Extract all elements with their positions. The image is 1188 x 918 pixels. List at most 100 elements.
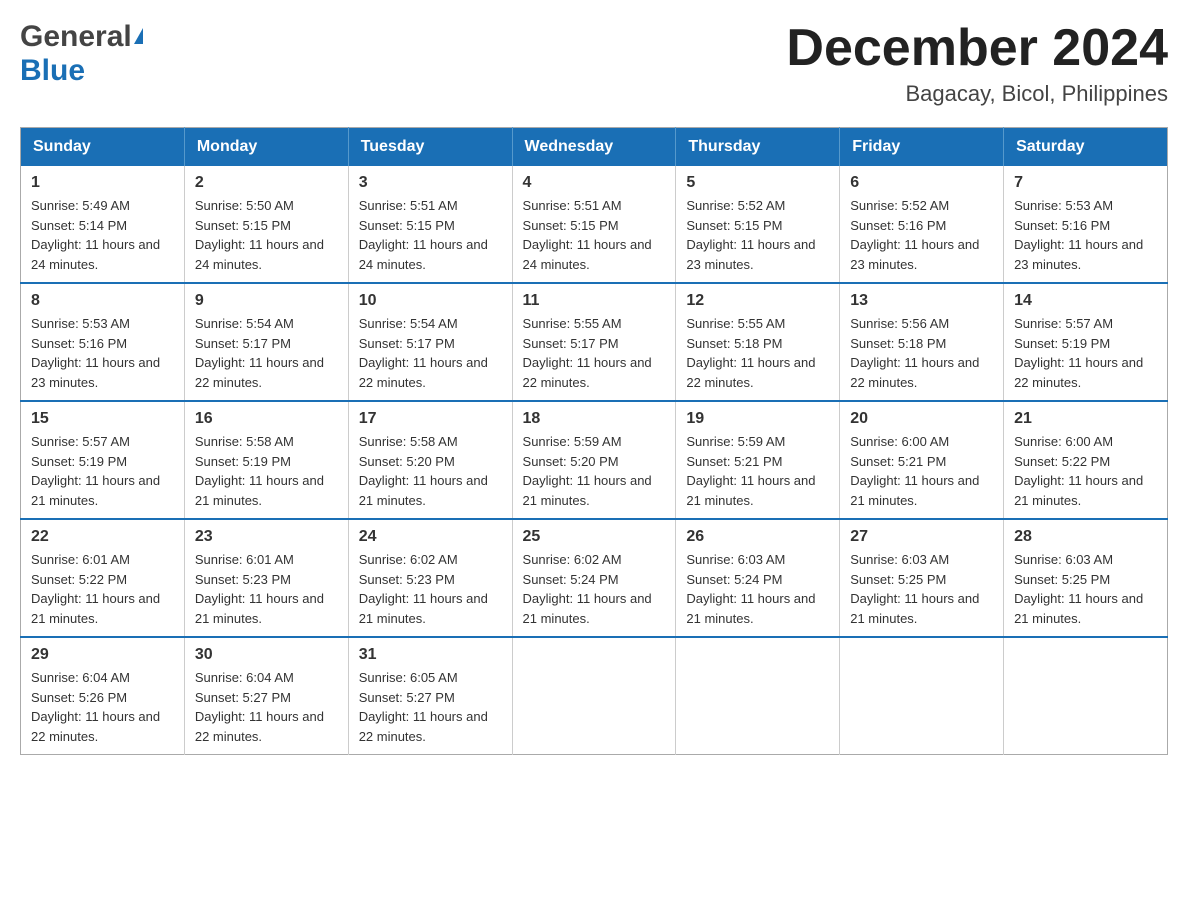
day-number: 8 — [31, 292, 174, 310]
sunset-label: Sunset: 5:24 PM — [686, 572, 782, 587]
daylight-label: Daylight: 11 hours and 21 minutes. — [850, 473, 979, 508]
header-monday: Monday — [184, 128, 348, 167]
sunrise-label: Sunrise: 6:00 AM — [850, 434, 949, 449]
day-info: Sunrise: 5:51 AM Sunset: 5:15 PM Dayligh… — [523, 196, 666, 274]
sunrise-label: Sunrise: 5:49 AM — [31, 198, 130, 213]
table-row: 20 Sunrise: 6:00 AM Sunset: 5:21 PM Dayl… — [840, 401, 1004, 519]
daylight-label: Daylight: 11 hours and 22 minutes. — [195, 709, 324, 744]
sunrise-label: Sunrise: 5:56 AM — [850, 316, 949, 331]
calendar-week-row: 8 Sunrise: 5:53 AM Sunset: 5:16 PM Dayli… — [21, 283, 1168, 401]
day-info: Sunrise: 5:58 AM Sunset: 5:20 PM Dayligh… — [359, 432, 502, 510]
day-number: 28 — [1014, 528, 1157, 546]
daylight-label: Daylight: 11 hours and 22 minutes. — [359, 709, 488, 744]
sunrise-label: Sunrise: 5:52 AM — [850, 198, 949, 213]
day-number: 27 — [850, 528, 993, 546]
sunset-label: Sunset: 5:17 PM — [195, 336, 291, 351]
table-row — [1004, 637, 1168, 755]
day-info: Sunrise: 5:55 AM Sunset: 5:18 PM Dayligh… — [686, 314, 829, 392]
sunset-label: Sunset: 5:15 PM — [195, 218, 291, 233]
table-row: 14 Sunrise: 5:57 AM Sunset: 5:19 PM Dayl… — [1004, 283, 1168, 401]
sunrise-label: Sunrise: 5:57 AM — [31, 434, 130, 449]
table-row: 27 Sunrise: 6:03 AM Sunset: 5:25 PM Dayl… — [840, 519, 1004, 637]
sunset-label: Sunset: 5:20 PM — [359, 454, 455, 469]
daylight-label: Daylight: 11 hours and 21 minutes. — [31, 473, 160, 508]
table-row: 5 Sunrise: 5:52 AM Sunset: 5:15 PM Dayli… — [676, 166, 840, 283]
sunrise-label: Sunrise: 6:03 AM — [686, 552, 785, 567]
day-number: 12 — [686, 292, 829, 310]
day-info: Sunrise: 6:01 AM Sunset: 5:23 PM Dayligh… — [195, 550, 338, 628]
header-sunday: Sunday — [21, 128, 185, 167]
sunrise-label: Sunrise: 6:02 AM — [523, 552, 622, 567]
sunset-label: Sunset: 5:24 PM — [523, 572, 619, 587]
day-info: Sunrise: 6:05 AM Sunset: 5:27 PM Dayligh… — [359, 668, 502, 746]
sunrise-label: Sunrise: 5:53 AM — [31, 316, 130, 331]
day-info: Sunrise: 6:00 AM Sunset: 5:22 PM Dayligh… — [1014, 432, 1157, 510]
table-row: 10 Sunrise: 5:54 AM Sunset: 5:17 PM Dayl… — [348, 283, 512, 401]
day-info: Sunrise: 5:59 AM Sunset: 5:21 PM Dayligh… — [686, 432, 829, 510]
daylight-label: Daylight: 11 hours and 23 minutes. — [850, 237, 979, 272]
month-title: December 2024 — [786, 20, 1168, 77]
day-number: 21 — [1014, 410, 1157, 428]
day-info: Sunrise: 5:54 AM Sunset: 5:17 PM Dayligh… — [359, 314, 502, 392]
day-number: 30 — [195, 646, 338, 664]
header-thursday: Thursday — [676, 128, 840, 167]
table-row: 26 Sunrise: 6:03 AM Sunset: 5:24 PM Dayl… — [676, 519, 840, 637]
day-number: 16 — [195, 410, 338, 428]
table-row: 21 Sunrise: 6:00 AM Sunset: 5:22 PM Dayl… — [1004, 401, 1168, 519]
day-info: Sunrise: 5:57 AM Sunset: 5:19 PM Dayligh… — [1014, 314, 1157, 392]
day-number: 15 — [31, 410, 174, 428]
daylight-label: Daylight: 11 hours and 24 minutes. — [195, 237, 324, 272]
daylight-label: Daylight: 11 hours and 21 minutes. — [359, 473, 488, 508]
page-header: General Blue December 2024 Bagacay, Bico… — [20, 20, 1168, 107]
sunset-label: Sunset: 5:14 PM — [31, 218, 127, 233]
sunrise-label: Sunrise: 5:51 AM — [523, 198, 622, 213]
table-row: 2 Sunrise: 5:50 AM Sunset: 5:15 PM Dayli… — [184, 166, 348, 283]
sunset-label: Sunset: 5:16 PM — [850, 218, 946, 233]
table-row — [840, 637, 1004, 755]
day-info: Sunrise: 6:03 AM Sunset: 5:24 PM Dayligh… — [686, 550, 829, 628]
sunset-label: Sunset: 5:18 PM — [686, 336, 782, 351]
day-info: Sunrise: 5:52 AM Sunset: 5:15 PM Dayligh… — [686, 196, 829, 274]
table-row: 22 Sunrise: 6:01 AM Sunset: 5:22 PM Dayl… — [21, 519, 185, 637]
sunrise-label: Sunrise: 6:00 AM — [1014, 434, 1113, 449]
day-info: Sunrise: 5:52 AM Sunset: 5:16 PM Dayligh… — [850, 196, 993, 274]
sunset-label: Sunset: 5:16 PM — [1014, 218, 1110, 233]
table-row: 15 Sunrise: 5:57 AM Sunset: 5:19 PM Dayl… — [21, 401, 185, 519]
day-number: 20 — [850, 410, 993, 428]
table-row: 23 Sunrise: 6:01 AM Sunset: 5:23 PM Dayl… — [184, 519, 348, 637]
day-number: 17 — [359, 410, 502, 428]
daylight-label: Daylight: 11 hours and 22 minutes. — [850, 355, 979, 390]
day-number: 22 — [31, 528, 174, 546]
daylight-label: Daylight: 11 hours and 21 minutes. — [359, 591, 488, 626]
table-row: 11 Sunrise: 5:55 AM Sunset: 5:17 PM Dayl… — [512, 283, 676, 401]
sunset-label: Sunset: 5:15 PM — [359, 218, 455, 233]
table-row: 12 Sunrise: 5:55 AM Sunset: 5:18 PM Dayl… — [676, 283, 840, 401]
table-row: 3 Sunrise: 5:51 AM Sunset: 5:15 PM Dayli… — [348, 166, 512, 283]
daylight-label: Daylight: 11 hours and 22 minutes. — [31, 709, 160, 744]
table-row: 28 Sunrise: 6:03 AM Sunset: 5:25 PM Dayl… — [1004, 519, 1168, 637]
daylight-label: Daylight: 11 hours and 23 minutes. — [686, 237, 815, 272]
sunset-label: Sunset: 5:26 PM — [31, 690, 127, 705]
sunrise-label: Sunrise: 5:51 AM — [359, 198, 458, 213]
day-number: 7 — [1014, 174, 1157, 192]
sunset-label: Sunset: 5:22 PM — [31, 572, 127, 587]
day-number: 25 — [523, 528, 666, 546]
logo-general-text: General — [20, 20, 132, 54]
day-number: 2 — [195, 174, 338, 192]
day-info: Sunrise: 6:02 AM Sunset: 5:23 PM Dayligh… — [359, 550, 502, 628]
table-row: 13 Sunrise: 5:56 AM Sunset: 5:18 PM Dayl… — [840, 283, 1004, 401]
day-number: 24 — [359, 528, 502, 546]
sunset-label: Sunset: 5:25 PM — [850, 572, 946, 587]
day-number: 26 — [686, 528, 829, 546]
day-number: 19 — [686, 410, 829, 428]
day-number: 9 — [195, 292, 338, 310]
daylight-label: Daylight: 11 hours and 22 minutes. — [195, 355, 324, 390]
daylight-label: Daylight: 11 hours and 21 minutes. — [195, 473, 324, 508]
table-row: 24 Sunrise: 6:02 AM Sunset: 5:23 PM Dayl… — [348, 519, 512, 637]
sunrise-label: Sunrise: 5:54 AM — [195, 316, 294, 331]
table-row: 17 Sunrise: 5:58 AM Sunset: 5:20 PM Dayl… — [348, 401, 512, 519]
day-info: Sunrise: 5:50 AM Sunset: 5:15 PM Dayligh… — [195, 196, 338, 274]
title-area: December 2024 Bagacay, Bicol, Philippine… — [786, 20, 1168, 107]
day-number: 29 — [31, 646, 174, 664]
sunset-label: Sunset: 5:21 PM — [850, 454, 946, 469]
